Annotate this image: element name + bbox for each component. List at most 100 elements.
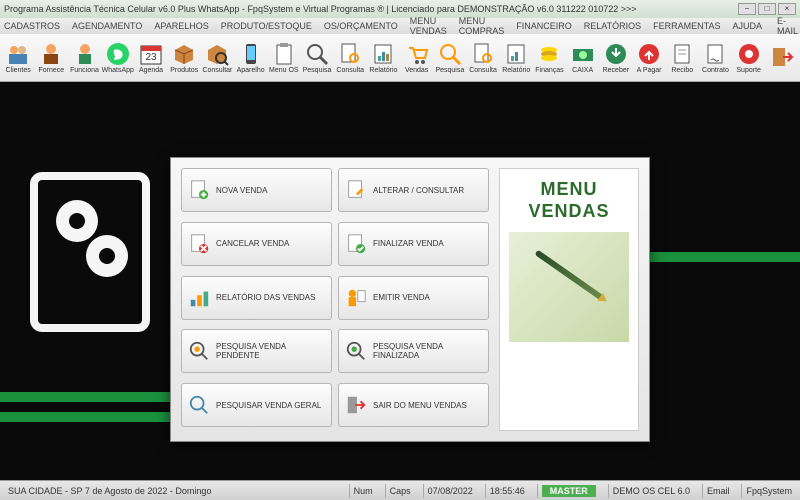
- pesquisa-finalizada-button[interactable]: PESQUISA VENDA FINALIZADA: [338, 329, 489, 373]
- gear-icon: [56, 200, 98, 242]
- menu-os[interactable]: OS/ORÇAMENTO: [324, 21, 398, 31]
- pesquisar-geral-button[interactable]: PESQUISAR VENDA GERAL: [181, 383, 332, 427]
- status-master: MASTER: [537, 484, 600, 498]
- tb-clientes[interactable]: Clientes: [2, 36, 34, 80]
- report-icon: [504, 42, 528, 66]
- nova-venda-button[interactable]: NOVA VENDA: [181, 168, 332, 212]
- doc-search-icon: [338, 42, 362, 66]
- relatorio-vendas-button[interactable]: RELATÓRIO DAS VENDAS: [181, 276, 332, 320]
- menu-ferramentas[interactable]: FERRAMENTAS: [653, 21, 720, 31]
- person-doc-icon: [345, 287, 367, 309]
- exit-icon: [770, 45, 794, 69]
- svg-text:23: 23: [145, 52, 157, 63]
- support-icon: [737, 42, 761, 66]
- tablet-graphic: [30, 172, 150, 332]
- tb-pesquisa1[interactable]: Pesquisa: [301, 36, 333, 80]
- box-icon: [172, 42, 196, 66]
- status-num: Num: [349, 484, 377, 498]
- tb-relatorio2[interactable]: Relatório: [500, 36, 532, 80]
- menu-email[interactable]: E-MAIL: [774, 16, 798, 36]
- tb-aparelho[interactable]: Aparelho: [235, 36, 267, 80]
- cash-icon: [571, 42, 595, 66]
- tb-fornece[interactable]: Fornece: [35, 36, 67, 80]
- receipt-icon: [670, 42, 694, 66]
- dialog-image: [509, 232, 629, 342]
- dialog-title: MENU VENDAS: [528, 179, 609, 222]
- add-doc-icon: [188, 179, 210, 201]
- clipboard-icon: [272, 42, 296, 66]
- status-location: SUA CIDADE - SP 7 de Agosto de 2022 - Do…: [4, 484, 341, 498]
- menu-agendamento[interactable]: AGENDAMENTO: [72, 21, 142, 31]
- tb-consulta1[interactable]: Consulta: [334, 36, 366, 80]
- check-doc-icon: [345, 233, 367, 255]
- tb-suporte[interactable]: Suporte: [733, 36, 765, 80]
- workspace: NOVA VENDA ALTERAR / CONSULTAR CANCELAR …: [0, 82, 800, 480]
- cancelar-venda-button[interactable]: CANCELAR VENDA: [181, 222, 332, 266]
- emitir-venda-button[interactable]: EMITIR VENDA: [338, 276, 489, 320]
- tb-vendas[interactable]: Vendas: [401, 36, 433, 80]
- search-pending-icon: [188, 340, 210, 362]
- titlebar: Programa Assistência Técnica Celular v6.…: [0, 0, 800, 18]
- dialog-buttons-grid: NOVA VENDA ALTERAR / CONSULTAR CANCELAR …: [181, 168, 489, 431]
- cart-icon: [405, 42, 429, 66]
- tb-consultar1[interactable]: Consultar: [201, 36, 233, 80]
- menu-vendas-dialog: NOVA VENDA ALTERAR / CONSULTAR CANCELAR …: [170, 157, 650, 442]
- tb-receber[interactable]: Receber: [600, 36, 632, 80]
- doc-search-icon: [471, 42, 495, 66]
- status-brand: FpqSystem: [741, 484, 796, 498]
- menu-produto[interactable]: PRODUTO/ESTOQUE: [221, 21, 312, 31]
- calendar-icon: 23: [139, 42, 163, 66]
- menu-ajuda[interactable]: AJUDA: [733, 21, 763, 31]
- window-title: Programa Assistência Técnica Celular v6.…: [4, 4, 738, 14]
- status-time: 18:55:46: [485, 484, 529, 498]
- maximize-button[interactable]: □: [758, 3, 776, 15]
- tb-consulta2[interactable]: Consulta: [467, 36, 499, 80]
- tb-relatorio1[interactable]: Relatório: [367, 36, 399, 80]
- alterar-consultar-button[interactable]: ALTERAR / CONSULTAR: [338, 168, 489, 212]
- window-controls: − □ ×: [738, 3, 796, 15]
- toolbar: Clientes Fornece Funciona WhatsApp 23Age…: [0, 34, 800, 82]
- status-email[interactable]: Email: [702, 484, 734, 498]
- pesquisa-pendente-button[interactable]: PESQUISA VENDA PENDENTE: [181, 329, 332, 373]
- menu-cadastros[interactable]: CADASTROS: [4, 21, 60, 31]
- tb-exit[interactable]: [766, 36, 798, 80]
- menu-relatorios[interactable]: RELATÓRIOS: [584, 21, 641, 31]
- supplier-icon: [39, 42, 63, 66]
- tb-produtos[interactable]: Produtos: [168, 36, 200, 80]
- tb-whatsapp[interactable]: WhatsApp: [102, 36, 134, 80]
- pay-icon: [637, 42, 661, 66]
- tb-agenda[interactable]: 23Agenda: [135, 36, 167, 80]
- background-decoration: [30, 172, 170, 372]
- menu-compras[interactable]: MENU COMPRAS: [459, 16, 505, 36]
- tb-pesquisa2[interactable]: Pesquisa: [434, 36, 466, 80]
- tb-funciona[interactable]: Funciona: [68, 36, 100, 80]
- tb-apagar[interactable]: A Pagar: [633, 36, 665, 80]
- chart-icon: [188, 287, 210, 309]
- tb-recibo[interactable]: Recibo: [666, 36, 698, 80]
- edit-doc-icon: [345, 179, 367, 201]
- receive-icon: [604, 42, 628, 66]
- contract-icon: [703, 42, 727, 66]
- tb-menuos[interactable]: Menu OS: [268, 36, 300, 80]
- dialog-side-panel: MENU VENDAS: [499, 168, 639, 431]
- menubar: CADASTROS AGENDAMENTO APARELHOS PRODUTO/…: [0, 18, 800, 34]
- menu-aparelhos[interactable]: APARELHOS: [154, 21, 208, 31]
- search-all-icon: [188, 394, 210, 416]
- menu-financeiro[interactable]: FINANCEIRO: [516, 21, 572, 31]
- tb-contrato[interactable]: Contrato: [699, 36, 731, 80]
- magnifier-icon: [438, 42, 462, 66]
- close-button[interactable]: ×: [778, 3, 796, 15]
- cancel-doc-icon: [188, 233, 210, 255]
- finalizar-venda-button[interactable]: FINALIZAR VENDA: [338, 222, 489, 266]
- sair-menu-button[interactable]: SAIR DO MENU VENDAS: [338, 383, 489, 427]
- search-box-icon: [205, 42, 229, 66]
- tb-financas[interactable]: Finanças: [533, 36, 565, 80]
- menu-vendas[interactable]: MENU VENDAS: [410, 16, 447, 36]
- tb-caixa[interactable]: CAIXA: [567, 36, 599, 80]
- phone-icon: [239, 42, 263, 66]
- minimize-button[interactable]: −: [738, 3, 756, 15]
- statusbar: SUA CIDADE - SP 7 de Agosto de 2022 - Do…: [0, 480, 800, 500]
- status-date: 07/08/2022: [423, 484, 477, 498]
- report-icon: [371, 42, 395, 66]
- pen-graphic: [535, 250, 604, 301]
